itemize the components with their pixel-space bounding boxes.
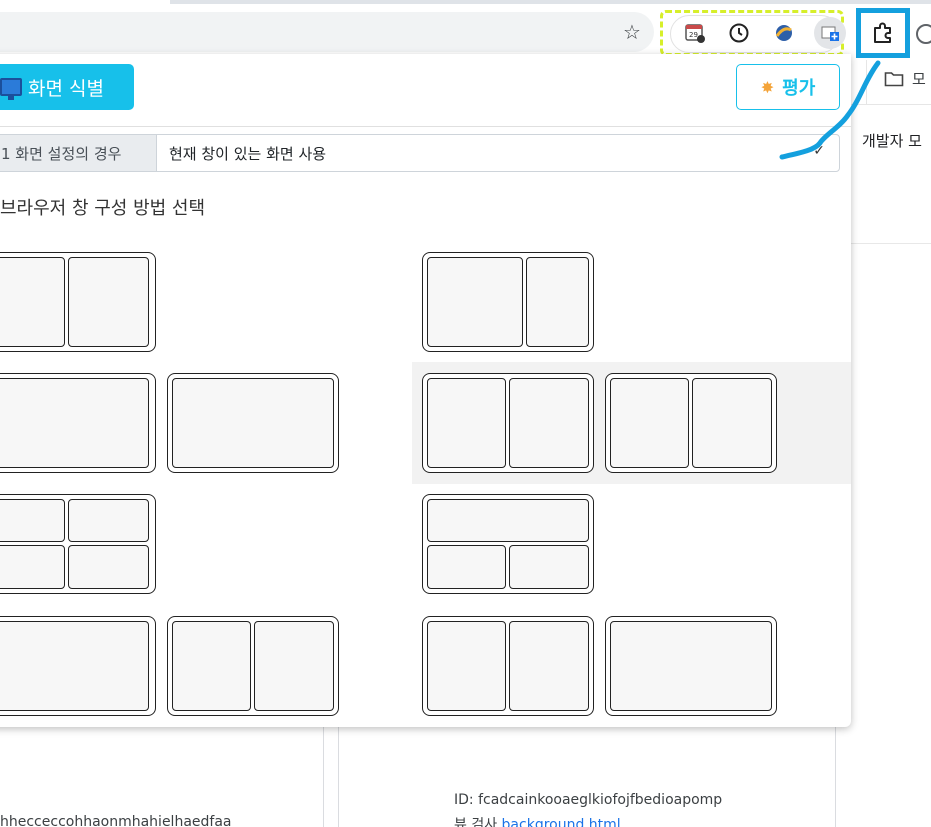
layout-pane	[172, 378, 334, 468]
layout-pane	[0, 499, 65, 542]
monitor-icon	[0, 78, 22, 100]
layout-option-top-two-bottom[interactable]	[422, 494, 594, 594]
bookmark-folder[interactable]: 모	[884, 68, 926, 89]
bookmark-divider	[866, 60, 867, 104]
clock-icon[interactable]	[726, 20, 752, 46]
bookmark-folder-label: 모	[912, 70, 926, 88]
layout-pane	[0, 621, 149, 711]
display-setting-select[interactable]: 1 화면 설정의 경우 현재 창이 있는 화면 사용 ✓	[0, 134, 840, 172]
profile-avatar-icon[interactable]	[916, 24, 931, 44]
folder-icon	[884, 71, 904, 86]
bookmark-star-icon[interactable]: ☆	[620, 20, 644, 44]
layout-pane	[610, 378, 689, 468]
layout-pane	[427, 545, 506, 589]
layout-pane	[526, 257, 589, 347]
layout-pane	[0, 378, 149, 468]
layout-pane	[427, 257, 523, 347]
extension-popup: 화면 식별 ✸ 평가 1 화면 설정의 경우 현재 창이 있는 화면 사용 ✓ …	[0, 54, 851, 727]
extension-id-partial: hhecceccohhaonmhahielhaedfaa	[0, 814, 232, 827]
background-page-link[interactable]: background.html	[502, 817, 621, 827]
browser-toolbar: ☆ 29	[0, 4, 931, 60]
layout-section-title: 브라우저 창 구성 방법 선택	[0, 198, 206, 219]
identify-screen-button[interactable]: 화면 식별	[0, 64, 134, 110]
layout-pane	[0, 257, 65, 347]
layout-pane	[427, 378, 506, 468]
extension-id: ID: fcadcainkooaeglkiofojfbedioapomp	[454, 792, 723, 808]
display-setting-label: 1 화면 설정의 경우	[0, 135, 157, 171]
layout-pane	[509, 378, 589, 468]
chevron-down-icon: ✓	[813, 143, 825, 159]
layout-option-split-left-wide[interactable]	[422, 252, 594, 352]
layout-option-split-left-wide[interactable]	[0, 252, 156, 352]
layout-option-full[interactable]	[167, 373, 339, 473]
layout-pane	[427, 499, 589, 542]
layout-option-full[interactable]	[605, 616, 777, 716]
layout-pane	[692, 378, 772, 468]
layout-option-split-half[interactable]	[167, 616, 339, 716]
identify-screen-label: 화면 식별	[28, 77, 104, 100]
planet-icon[interactable]	[771, 20, 797, 46]
calendar-icon[interactable]: 29	[682, 20, 708, 46]
rate-button[interactable]: ✸ 평가	[736, 64, 840, 110]
inspect-views: 뷰 검사 background.html	[454, 814, 621, 827]
right-divider	[850, 243, 931, 244]
bookmarks-bar-bottom	[850, 104, 931, 105]
layout-pane	[610, 621, 772, 711]
layout-pane	[509, 545, 589, 589]
developer-mode-label: 개발자 모	[862, 132, 922, 150]
rate-label: 평가	[782, 78, 816, 99]
layout-pane	[68, 499, 149, 542]
layout-option-full[interactable]	[0, 616, 156, 716]
layout-pane	[68, 257, 149, 347]
layout-option-split-half[interactable]	[422, 616, 594, 716]
layout-pane	[509, 621, 589, 711]
layout-pane	[0, 545, 65, 589]
layout-pane	[427, 621, 506, 711]
header-divider	[0, 126, 851, 127]
layout-pane	[68, 545, 149, 589]
layout-option-full[interactable]	[0, 373, 156, 473]
puzzle-icon[interactable]	[856, 8, 910, 58]
sparkle-icon: ✸	[760, 77, 775, 97]
layout-pane	[254, 621, 334, 711]
display-setting-value-text: 현재 창이 있는 화면 사용	[169, 144, 327, 163]
window-plus-icon[interactable]	[814, 17, 846, 49]
layout-option-split-half[interactable]	[605, 373, 777, 473]
layout-option-split-half[interactable]	[422, 373, 594, 473]
layout-pane	[172, 621, 251, 711]
display-setting-value[interactable]: 현재 창이 있는 화면 사용 ✓	[157, 135, 839, 171]
svg-text:29: 29	[689, 31, 698, 39]
address-bar[interactable]	[0, 12, 654, 52]
inspect-views-label: 뷰 검사	[454, 817, 498, 827]
layout-option-quad[interactable]	[0, 494, 156, 594]
